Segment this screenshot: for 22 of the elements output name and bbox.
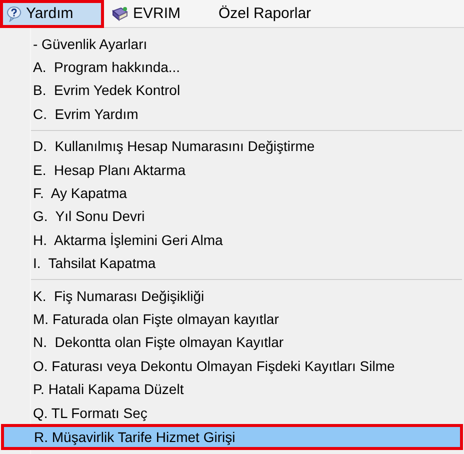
menu-item[interactable]: A. Program hakkında...	[0, 55, 464, 79]
menu-item[interactable]: P. Hatali Kapama Düzelt	[0, 377, 464, 401]
menu-item[interactable]: C. Evrim Yardım	[0, 102, 464, 126]
menu-item[interactable]: I. Tahsilat Kapatma	[0, 252, 464, 275]
menu-bar-item[interactable]: Yardım	[0, 0, 104, 28]
menu-bar-item[interactable]: EVRIM	[108, 0, 189, 28]
menu-item[interactable]: F. Ay Kapatma	[0, 181, 464, 205]
menu-bar-item[interactable]: Özel Raporlar	[192, 0, 320, 28]
menu-item[interactable]: D. Kullanılmış Hesap Numarasını Değiştirme	[0, 134, 464, 158]
menu-item[interactable]: B. Evrim Yedek Kontrol	[0, 78, 464, 102]
menu-item[interactable]: M. Faturada olan Fişte olmayan kayıtlar	[0, 307, 464, 331]
menu-item[interactable]: H. Aktarma İşlemini Geri Alma	[0, 228, 464, 252]
menu-item[interactable]: G. Yıl Sonu Devri	[0, 204, 464, 228]
menu-item[interactable]: E. Hesap Planı Aktarma	[0, 158, 464, 182]
help-icon	[6, 6, 22, 22]
menu-item[interactable]: K. Fiş Numarası Değişikliği	[0, 284, 464, 308]
menu-item[interactable]: Q. TL Formatı Seç	[0, 400, 464, 424]
menu-item[interactable]: N. Dekontta olan Fişte olmayan Kayıtlar	[0, 330, 464, 354]
menu-item[interactable]: O. Faturası veya Dekontu Olmayan Fişdeki Kayıtları Silme	[0, 354, 464, 378]
menu-item[interactable]: - Güvenlik Ayarları	[0, 32, 464, 56]
book-icon	[111, 6, 129, 22]
menu-item[interactable]: R. Müşavirlik Tarife Hizmet Girişi	[1, 424, 463, 450]
